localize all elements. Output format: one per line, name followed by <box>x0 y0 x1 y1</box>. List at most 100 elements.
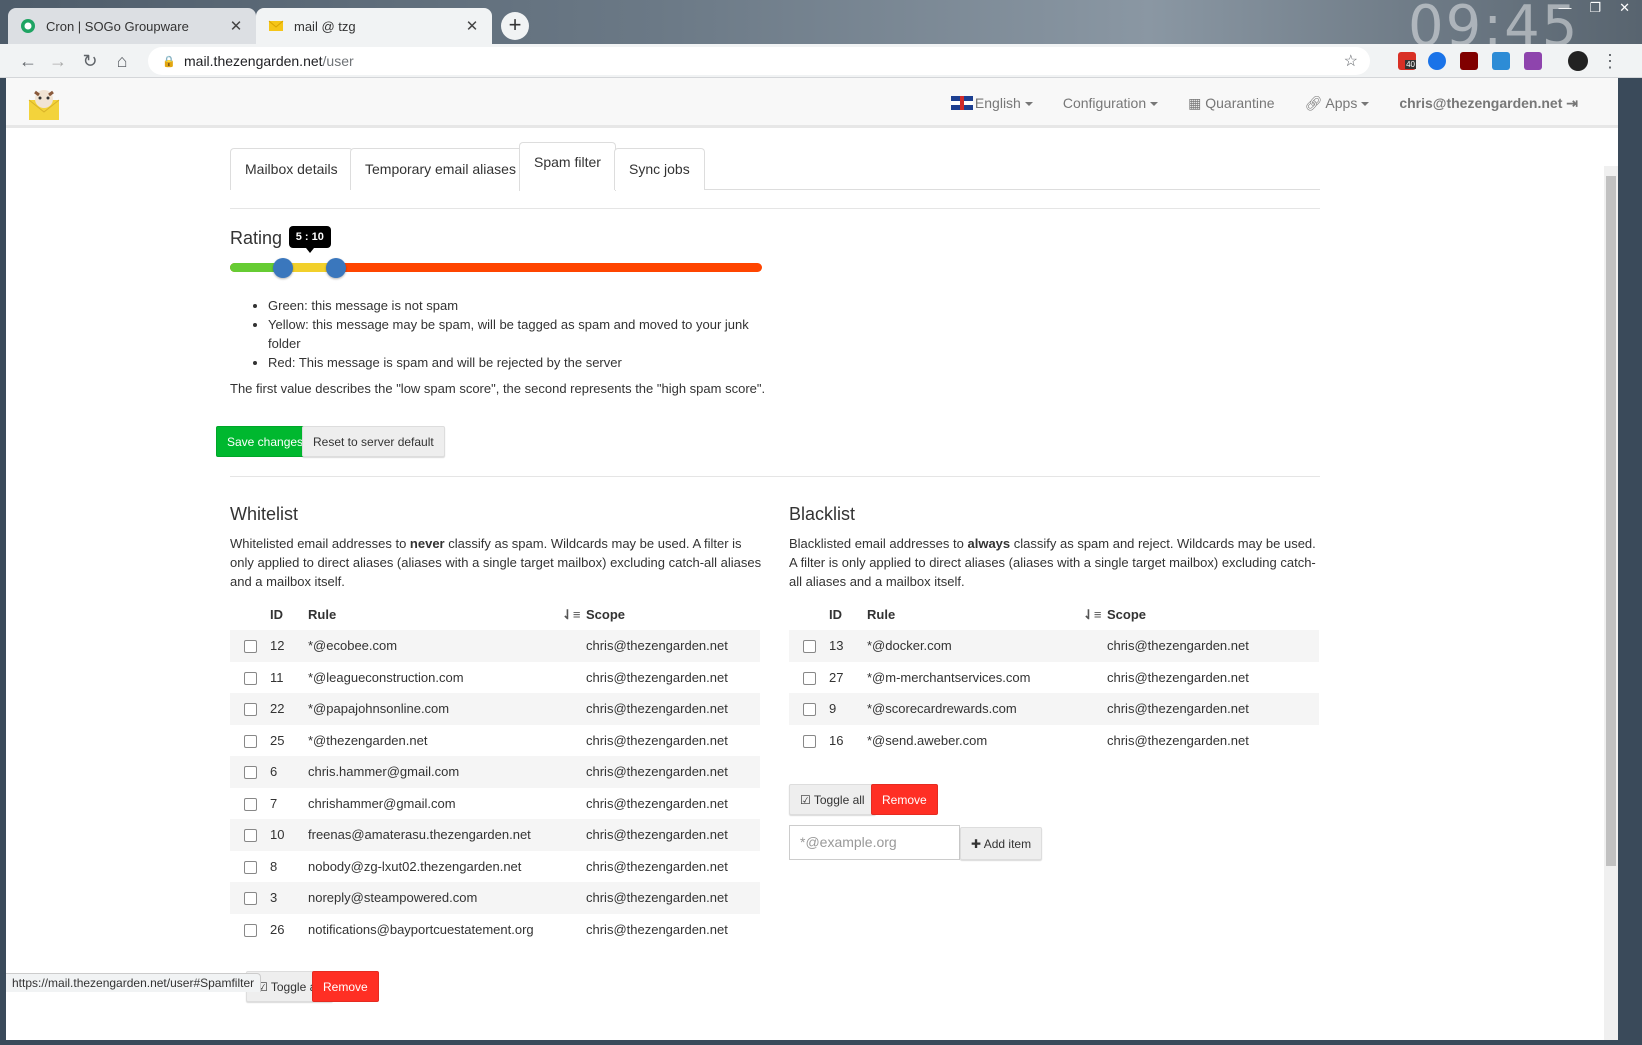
sort-icon[interactable]: ⇃≡ <box>562 599 586 630</box>
row-spacer <box>562 788 586 820</box>
profile-avatar[interactable] <box>1568 51 1588 71</box>
close-window-icon[interactable]: ✕ <box>1619 0 1630 16</box>
caret-down-icon <box>1361 101 1370 106</box>
forward-icon[interactable]: → <box>46 49 70 73</box>
column-scope[interactable]: Scope <box>1107 599 1319 630</box>
row-id: 6 <box>270 756 308 788</box>
table-row: 11 *@leagueconstruction.com chris@thezenga… <box>230 662 760 694</box>
twitch-icon[interactable] <box>1524 52 1542 70</box>
legend-red: Red: This message is spam and will be re… <box>268 353 763 372</box>
scrollbar-thumb[interactable] <box>1606 176 1616 866</box>
slider-high-handle[interactable] <box>326 258 347 278</box>
mailcow-logo <box>28 90 60 120</box>
row-id: 22 <box>270 693 308 725</box>
column-id[interactable]: ID <box>829 599 867 630</box>
menu-dots-icon[interactable]: ⋮ <box>1598 49 1622 73</box>
reload-icon[interactable]: ↻ <box>78 49 102 73</box>
tab-mailbox-details[interactable]: Mailbox details <box>230 148 353 190</box>
column-rule[interactable]: Rule <box>308 599 562 630</box>
calendar-extension-icon[interactable]: 40 <box>1398 52 1416 70</box>
chat-extension-icon[interactable] <box>1428 52 1446 70</box>
table-header: ID Rule ⇃≡ Scope <box>230 599 760 630</box>
row-scope: chris@thezengarden.net <box>586 795 728 811</box>
row-scope: chris@thezengarden.net <box>586 756 760 788</box>
ublock-icon[interactable] <box>1460 52 1478 70</box>
table-row: 9 *@scorecardrewards.com chris@thezengarde… <box>789 693 1319 725</box>
row-checkbox[interactable] <box>244 671 257 685</box>
apps-menu[interactable]: 🔗︎ Apps <box>1305 95 1370 112</box>
save-changes-button[interactable]: Save changes <box>216 426 315 457</box>
configuration-menu[interactable]: Configuration <box>1063 95 1159 111</box>
column-id[interactable]: ID <box>270 599 308 630</box>
blacklist-toggle-all-button[interactable]: ☑ Toggle all <box>789 784 876 815</box>
table-row: 13 *@docker.com chris@thezengarden.net <box>789 630 1319 662</box>
row-checkbox[interactable] <box>244 923 257 937</box>
column-rule[interactable]: Rule <box>867 599 1083 630</box>
back-icon[interactable]: ← <box>16 49 40 73</box>
extension-icon[interactable] <box>1492 52 1510 70</box>
sort-icon[interactable]: ⇃≡ <box>1083 599 1107 630</box>
row-checkbox[interactable] <box>803 671 816 685</box>
header-select <box>230 599 270 630</box>
table-row: 16 *@send.aweber.com chris@thezengarden.ne… <box>789 725 1319 757</box>
close-icon[interactable]: ✕ <box>228 17 244 35</box>
column-scope[interactable]: Scope <box>586 599 760 630</box>
quarantine-link[interactable]: ▦ Quarantine <box>1188 95 1274 112</box>
user-tabs: Mailbox details Temporary email aliases … <box>230 142 1320 191</box>
row-rule: noreply@steampowered.com <box>308 882 562 914</box>
add-item-button[interactable]: ✚ Add item <box>960 827 1043 860</box>
row-rule: *@docker.com <box>867 630 1083 662</box>
row-id: 10 <box>270 819 308 851</box>
row-scope: chris@thezengarden.net <box>1107 693 1319 725</box>
browser-tabstrip: Cron | SOGo Groupware ✕ mail @ tzg ✕ + 0… <box>0 0 1642 59</box>
address-bar[interactable]: 🔒 mail.thezengarden.net/user ☆ <box>148 47 1370 75</box>
browser-tab-sogo[interactable]: Cron | SOGo Groupware ✕ <box>8 8 256 44</box>
row-id: 8 <box>270 858 278 874</box>
blacklist-add-input[interactable]: *@example.org <box>789 825 960 860</box>
row-scope: chris@thezengarden.net <box>1107 669 1249 685</box>
row-select-cell <box>789 662 829 694</box>
close-icon[interactable]: ✕ <box>464 17 480 35</box>
browser-tab-mail[interactable]: mail @ tzg ✕ <box>256 8 492 44</box>
tab-sync-jobs[interactable]: Sync jobs <box>614 148 705 190</box>
minimize-icon[interactable]: — <box>1558 0 1571 16</box>
bookmark-star-icon[interactable]: ☆ <box>1344 51 1358 71</box>
maximize-icon[interactable]: ❐ <box>1589 0 1601 16</box>
row-checkbox[interactable] <box>244 860 257 874</box>
row-spacer <box>562 693 586 725</box>
tab-spam-filter[interactable]: Spam filter <box>519 142 616 191</box>
slider-low-handle[interactable] <box>273 258 294 278</box>
row-scope: chris@thezengarden.net <box>586 630 760 662</box>
new-tab-button[interactable]: + <box>501 12 529 40</box>
row-checkbox[interactable] <box>803 640 816 654</box>
plus-icon: ✚ <box>971 837 984 851</box>
user-logout-link[interactable]: chris@thezengarden.net ⇥ <box>1399 95 1578 112</box>
page-scrollbar[interactable] <box>1604 166 1618 1040</box>
row-rule: *@thezengarden.net <box>308 732 428 748</box>
desc-text: Blacklisted email addresses to <box>789 536 968 551</box>
tab-temporary-aliases[interactable]: Temporary email aliases <box>350 148 531 190</box>
row-checkbox[interactable] <box>244 640 257 654</box>
home-icon[interactable]: ⌂ <box>110 49 134 73</box>
spam-score-slider[interactable]: 5 : 10 <box>230 226 762 278</box>
language-menu[interactable]: English <box>950 95 1033 111</box>
legend-yellow: Yellow: this message may be spam, will b… <box>268 315 763 353</box>
table-row: 26 notifications@bayportcuestatement.org c… <box>230 914 760 946</box>
header-select <box>789 599 829 630</box>
row-checkbox[interactable] <box>244 766 257 780</box>
row-checkbox[interactable] <box>244 734 257 748</box>
blacklist-remove-button[interactable]: Remove <box>871 784 938 815</box>
link-icon: 🔗︎ <box>1304 94 1326 111</box>
row-id: 7 <box>270 795 278 811</box>
row-checkbox[interactable] <box>803 703 816 717</box>
row-checkbox[interactable] <box>244 703 257 717</box>
row-checkbox[interactable] <box>244 797 257 811</box>
row-checkbox[interactable] <box>244 892 257 906</box>
browser-tab-title: Cron | SOGo Groupware <box>46 18 189 34</box>
row-checkbox[interactable] <box>803 734 816 748</box>
reset-default-button[interactable]: Reset to server default <box>302 426 445 457</box>
whitelist-remove-button[interactable]: Remove <box>312 971 379 1002</box>
row-select-cell <box>230 693 270 725</box>
row-checkbox[interactable] <box>244 829 257 843</box>
table-row: 6 chris.hammer@gmail.com chris@thezengarde… <box>230 756 760 788</box>
